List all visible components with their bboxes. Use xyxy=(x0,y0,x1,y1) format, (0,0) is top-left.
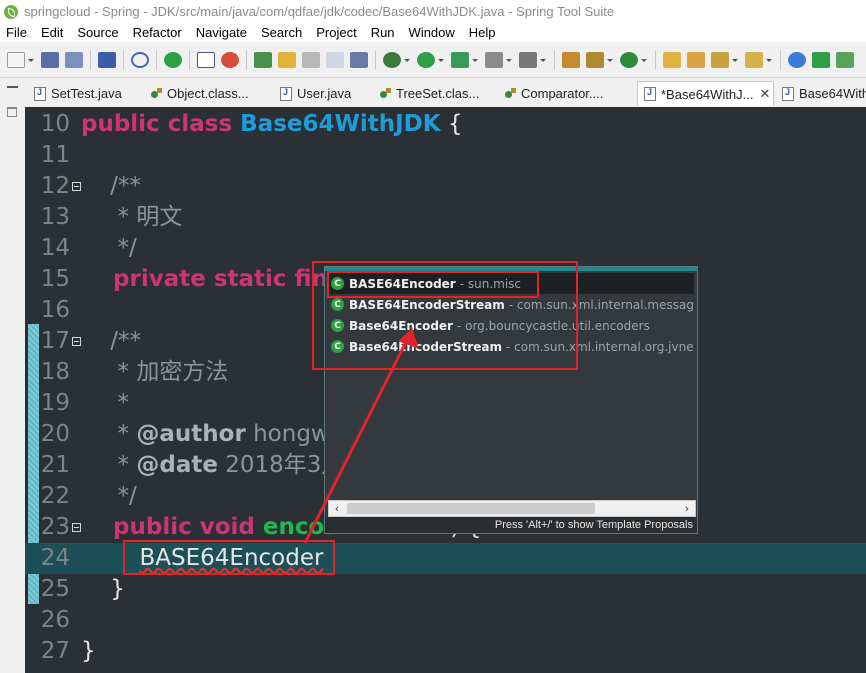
annotation-arrow xyxy=(303,328,419,544)
